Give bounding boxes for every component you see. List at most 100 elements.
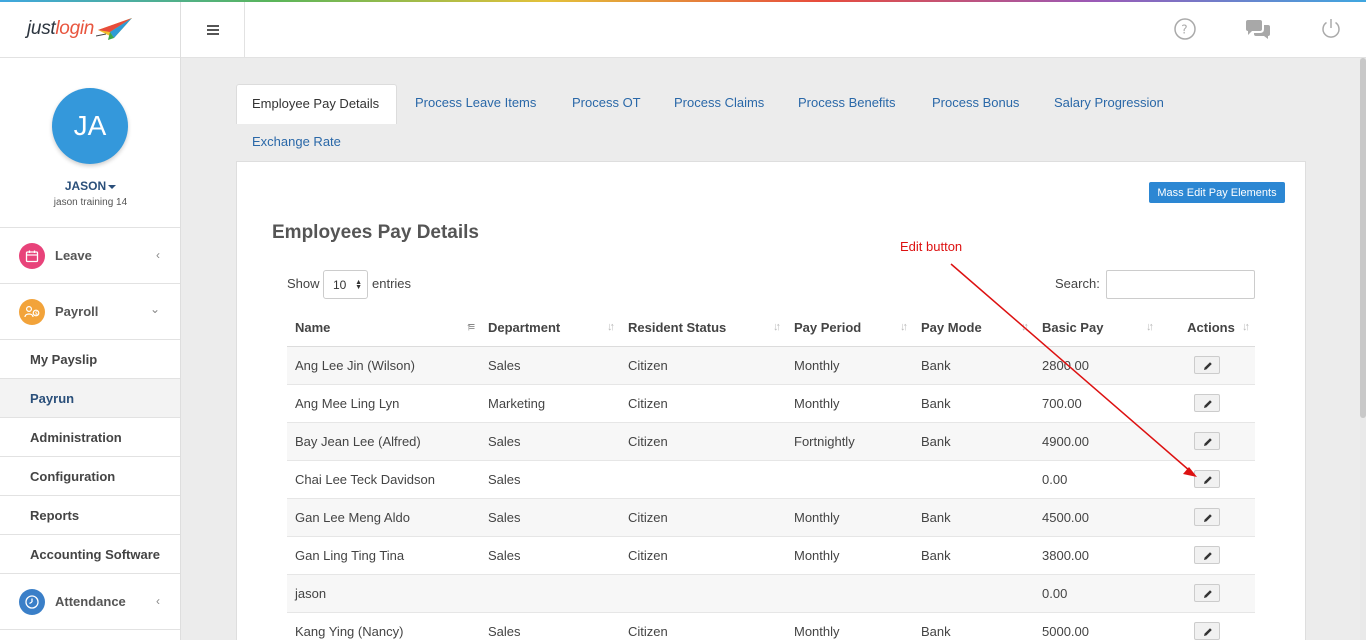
cell-basic-pay: 2800.00 [1034, 345, 1159, 384]
sidebar-subitem-accounting-software[interactable]: Accounting Software [0, 535, 180, 574]
sort-icon: ↓↑ [607, 321, 615, 333]
show-label: Show [287, 276, 320, 291]
cell-pay-period [786, 573, 913, 612]
logo-part-1: just [27, 17, 56, 39]
avatar[interactable]: JA [52, 88, 128, 164]
edit-button[interactable] [1194, 470, 1220, 488]
help-icon[interactable]: ? [1173, 17, 1197, 41]
entries-per-page-select[interactable]: 10 ▲ ▼ [323, 270, 368, 299]
tab-exchange-rate[interactable]: Exchange Rate [252, 134, 341, 149]
cell-pay-period [786, 459, 913, 498]
column-header-pay-mode[interactable]: Pay Mode ↓↑ [913, 310, 1034, 347]
cell-basic-pay: 0.00 [1034, 459, 1159, 498]
tab-process-leave-items[interactable]: Process Leave Items [415, 95, 536, 110]
cell-resident-status: Citizen [620, 535, 786, 574]
sidebar: justlogin JA JASON jason training 14 Lea… [0, 0, 181, 640]
select-arrows-icon: ▲ ▼ [355, 279, 362, 291]
search-input[interactable] [1106, 270, 1255, 299]
cell-name: Ang Mee Ling Lyn [287, 383, 480, 422]
column-header-label: Basic Pay [1042, 320, 1104, 336]
sidebar-subitem-my-payslip[interactable]: My Payslip [0, 340, 180, 379]
user-name-menu[interactable]: JASON [0, 179, 181, 193]
tab-process-benefits[interactable]: Process Benefits [798, 95, 896, 110]
sort-icon: ↓↑ [900, 321, 908, 333]
edit-button[interactable] [1194, 432, 1220, 450]
sort-icon: ↓↑ [1242, 321, 1250, 333]
column-header-actions[interactable]: Actions ↓↑ [1159, 310, 1255, 347]
pencil-icon [1204, 400, 1212, 408]
cell-department: Sales [480, 535, 620, 574]
cell-pay-mode [913, 573, 1034, 612]
column-header-label: Pay Period [794, 320, 862, 336]
column-header-department[interactable]: Department ↓↑ [480, 310, 620, 347]
sort-icon: ↓↑ [773, 321, 781, 333]
cell-name: Ang Lee Jin (Wilson) [287, 345, 480, 384]
edit-button[interactable] [1194, 584, 1220, 602]
cell-basic-pay: 4900.00 [1034, 421, 1159, 460]
cell-pay-mode: Bank [913, 535, 1034, 574]
top-header: ? [181, 2, 1366, 58]
logo[interactable]: justlogin [0, 0, 180, 58]
edit-button[interactable] [1194, 622, 1220, 640]
search-label: Search: [1055, 276, 1100, 291]
employee-pay-table: Name ↑≡ Department ↓↑ Resident Status ↓↑ Pa… [287, 310, 1255, 640]
page-scrollbar-thumb[interactable] [1360, 58, 1366, 418]
tab-process-ot[interactable]: Process OT [572, 95, 641, 110]
edit-button[interactable] [1194, 394, 1220, 412]
cell-department: Marketing [480, 383, 620, 422]
sidebar-item-attendance[interactable]: Attendance ‹ [0, 574, 180, 630]
cell-resident-status [620, 459, 786, 498]
column-header-name[interactable]: Name ↑≡ [287, 310, 480, 347]
svg-text:$: $ [35, 311, 38, 317]
sidebar-subitem-payrun[interactable]: Payrun [0, 379, 180, 418]
power-icon[interactable] [1319, 17, 1343, 41]
cell-department: Sales [480, 345, 620, 384]
column-header-label: Department [488, 320, 561, 336]
edit-button[interactable] [1194, 508, 1220, 526]
cell-name: Gan Lee Meng Aldo [287, 497, 480, 536]
edit-button[interactable] [1194, 356, 1220, 374]
sidebar-subitem-reports[interactable]: Reports [0, 496, 180, 535]
sidebar-item-leave[interactable]: Leave ‹ [0, 228, 180, 284]
cell-actions [1159, 459, 1255, 498]
mass-edit-pay-elements-button[interactable]: Mass Edit Pay Elements [1149, 182, 1285, 203]
cell-pay-mode: Bank [913, 345, 1034, 384]
tab-employee-pay-details[interactable]: Employee Pay Details [236, 84, 397, 124]
column-header-basic-pay[interactable]: Basic Pay ↓↑ [1034, 310, 1159, 347]
cell-department: Sales [480, 611, 620, 640]
chat-icon[interactable] [1244, 19, 1272, 41]
cell-actions [1159, 573, 1255, 612]
cell-department: Sales [480, 421, 620, 460]
cell-resident-status: Citizen [620, 611, 786, 640]
pencil-icon [1204, 514, 1212, 522]
sidebar-item-payroll[interactable]: $ Payroll ⌄ [0, 284, 180, 340]
column-header-resident-status[interactable]: Resident Status ↓↑ [620, 310, 786, 347]
cell-actions [1159, 383, 1255, 422]
logo-text: justlogin [27, 18, 94, 40]
pencil-icon [1204, 552, 1212, 560]
menu-toggle-button[interactable] [181, 2, 245, 58]
cell-department [480, 573, 620, 612]
cell-name: Kang Ying (Nancy) [287, 611, 480, 640]
column-header-pay-period[interactable]: Pay Period ↓↑ [786, 310, 913, 347]
tab-process-claims[interactable]: Process Claims [674, 95, 764, 110]
column-header-label: Resident Status [628, 320, 727, 336]
sort-icon: ↓↑ [1021, 321, 1029, 333]
table-row: Gan Lee Meng Aldo Sales Citizen Monthly … [287, 497, 1255, 536]
cell-basic-pay: 3800.00 [1034, 535, 1159, 574]
sidebar-subitem-configuration[interactable]: Configuration [0, 457, 180, 496]
cell-pay-period: Monthly [786, 535, 913, 574]
table-row: Kang Ying (Nancy) Sales Citizen Monthly … [287, 611, 1255, 640]
cell-basic-pay: 5000.00 [1034, 611, 1159, 640]
paper-plane-icon [96, 17, 133, 40]
entries-label: entries [372, 276, 412, 291]
pencil-icon [1204, 476, 1212, 484]
table-row: Ang Lee Jin (Wilson) Sales Citizen Month… [287, 345, 1255, 384]
cell-pay-period: Monthly [786, 497, 913, 536]
sidebar-subitem-administration[interactable]: Administration [0, 418, 180, 457]
pencil-icon [1204, 590, 1212, 598]
tab-salary-progression[interactable]: Salary Progression [1054, 95, 1164, 110]
tab-process-bonus[interactable]: Process Bonus [932, 95, 1019, 110]
cell-name: Chai Lee Teck Davidson [287, 459, 480, 498]
edit-button[interactable] [1194, 546, 1220, 564]
